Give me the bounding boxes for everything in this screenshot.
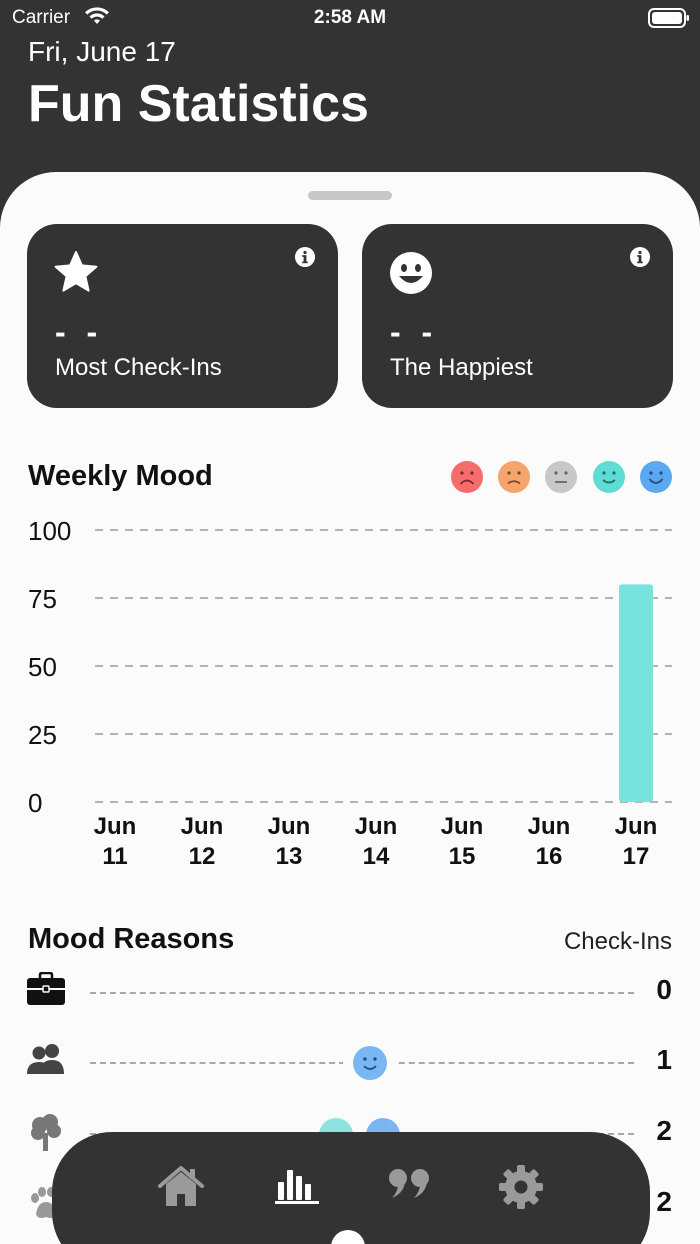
gear-icon[interactable] — [498, 1164, 544, 1215]
tree-icon — [26, 1113, 66, 1158]
chart-plot — [95, 529, 672, 803]
sheet-grabber[interactable] — [308, 191, 392, 200]
happiest-card[interactable]: - - The Happiest — [362, 224, 673, 408]
happy-face-icon — [592, 460, 626, 499]
mood-reasons-title: Mood Reasons — [28, 923, 235, 955]
smiley-icon — [388, 250, 434, 301]
status-bar: Carrier 2:58 AM — [0, 0, 700, 36]
people-icon — [26, 1042, 66, 1081]
home-icon[interactable] — [156, 1164, 206, 1215]
chart-bar[interactable] — [619, 584, 653, 802]
x-tick-label: Jun 11 — [93, 813, 137, 870]
reason-count: 2 — [656, 1186, 672, 1217]
star-icon — [53, 250, 99, 299]
x-tick-label: Jun 13 — [267, 813, 311, 870]
very-happy-face-icon — [639, 460, 673, 499]
card-label: Most Check-Ins — [55, 354, 222, 381]
most-checkins-card[interactable]: - - Most Check-Ins — [27, 224, 338, 408]
card-value: - - — [390, 314, 439, 350]
x-tick-label: Jun 16 — [527, 813, 571, 870]
stats-icon[interactable] — [274, 1164, 320, 1211]
info-icon[interactable] — [294, 246, 316, 273]
card-value: - - — [55, 314, 104, 350]
info-icon[interactable] — [629, 246, 651, 273]
neutral-face-icon — [544, 460, 578, 499]
reason-count: 1 — [656, 1044, 672, 1075]
battery-icon — [648, 8, 690, 33]
header-date: Fri, June 17 — [28, 36, 176, 67]
briefcase-icon — [26, 971, 66, 1011]
x-tick-label: Jun 15 — [440, 813, 484, 870]
card-label: The Happiest — [390, 354, 533, 381]
weekly-mood-title: Weekly Mood — [28, 460, 213, 492]
reason-row-people[interactable]: 1 — [0, 1038, 700, 1088]
active-tab-indicator — [331, 1230, 365, 1244]
sad-face-icon — [497, 460, 531, 499]
clock: 2:58 AM — [313, 7, 387, 28]
weekly-mood-chart: 100 75 50 25 0 Jun 11 Jun 12 Jun 13 Jun 14 J… — [0, 502, 700, 882]
stats-sheet: - - Most Check-Ins - - The Happiest Week — [0, 172, 700, 1244]
quote-icon[interactable] — [386, 1164, 434, 1209]
reason-row-work[interactable]: 0 — [0, 968, 700, 1018]
reason-count: 0 — [656, 974, 672, 1005]
very-sad-face-icon — [450, 460, 484, 499]
page-title: Fun Statistics — [28, 75, 369, 133]
x-tick-label: Jun 14 — [354, 813, 398, 870]
happy-face-marker-icon — [343, 1044, 397, 1082]
x-tick-label: Jun 12 — [180, 813, 224, 870]
x-tick-label: Jun 17 — [614, 813, 658, 870]
reason-track — [90, 992, 634, 994]
checkins-column-label: Check-Ins — [563, 928, 672, 955]
reason-count: 2 — [656, 1115, 672, 1146]
tab-bar — [52, 1132, 650, 1244]
